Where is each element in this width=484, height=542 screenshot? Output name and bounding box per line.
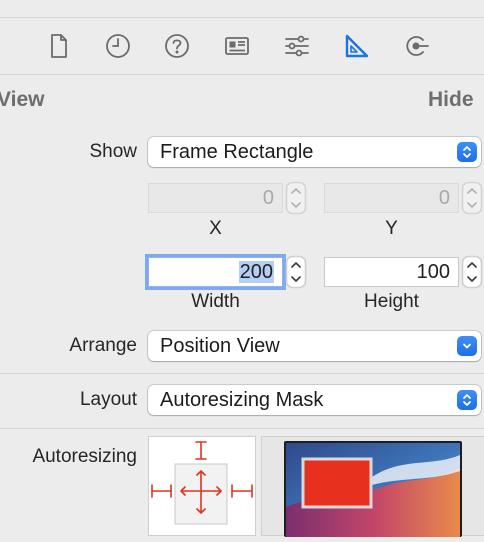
chevron-updown-icon bbox=[457, 142, 477, 162]
arrange-label: Arrange bbox=[69, 335, 137, 356]
height-stepper[interactable] bbox=[461, 255, 483, 289]
show-popup[interactable]: Frame Rectangle bbox=[148, 137, 481, 167]
section-title: View bbox=[0, 88, 45, 111]
clock-icon[interactable] bbox=[104, 32, 132, 60]
layout-divider bbox=[0, 428, 484, 429]
inspector-toolbar bbox=[0, 18, 484, 74]
height-field[interactable]: 100 bbox=[324, 257, 459, 287]
wallpaper-preview bbox=[284, 441, 462, 537]
arrange-popup[interactable]: Position View bbox=[148, 331, 481, 361]
layout-label: Layout bbox=[79, 389, 137, 410]
autoresizing-struts[interactable] bbox=[148, 436, 256, 536]
width-field[interactable]: 200 bbox=[148, 257, 283, 287]
question-icon[interactable] bbox=[163, 32, 191, 60]
autoresizing-struts-diagram[interactable] bbox=[149, 437, 257, 537]
autoresizing-label: Autoresizing bbox=[32, 446, 137, 467]
y-field[interactable]: 0 bbox=[324, 183, 459, 213]
x-caption: X bbox=[209, 218, 222, 239]
show-popup-value: Frame Rectangle bbox=[160, 141, 314, 163]
x-field[interactable]: 0 bbox=[148, 183, 283, 213]
width-value: 200 bbox=[238, 261, 274, 283]
id-card-icon[interactable] bbox=[223, 32, 251, 60]
autoresizing-preview bbox=[261, 436, 484, 537]
arrange-popup-value: Position View bbox=[160, 335, 280, 357]
connection-icon[interactable] bbox=[402, 32, 430, 60]
arrange-divider bbox=[0, 373, 484, 374]
hide-button[interactable]: Hide bbox=[428, 88, 474, 112]
width-caption: Width bbox=[191, 291, 240, 312]
chevron-down-icon bbox=[457, 336, 477, 356]
show-label: Show bbox=[89, 141, 137, 162]
width-stepper[interactable] bbox=[285, 255, 307, 289]
ruler-icon[interactable] bbox=[342, 32, 370, 60]
layout-popup[interactable]: Autoresizing Mask bbox=[148, 385, 481, 415]
y-stepper[interactable] bbox=[461, 181, 483, 215]
toolbar-divider bbox=[0, 74, 484, 75]
height-caption: Height bbox=[364, 291, 419, 312]
document-icon[interactable] bbox=[45, 32, 73, 60]
x-stepper[interactable] bbox=[285, 181, 307, 215]
sliders-icon[interactable] bbox=[283, 32, 311, 60]
layout-popup-value: Autoresizing Mask bbox=[160, 389, 324, 411]
chevron-updown-icon bbox=[457, 390, 477, 410]
y-caption: Y bbox=[385, 218, 398, 239]
